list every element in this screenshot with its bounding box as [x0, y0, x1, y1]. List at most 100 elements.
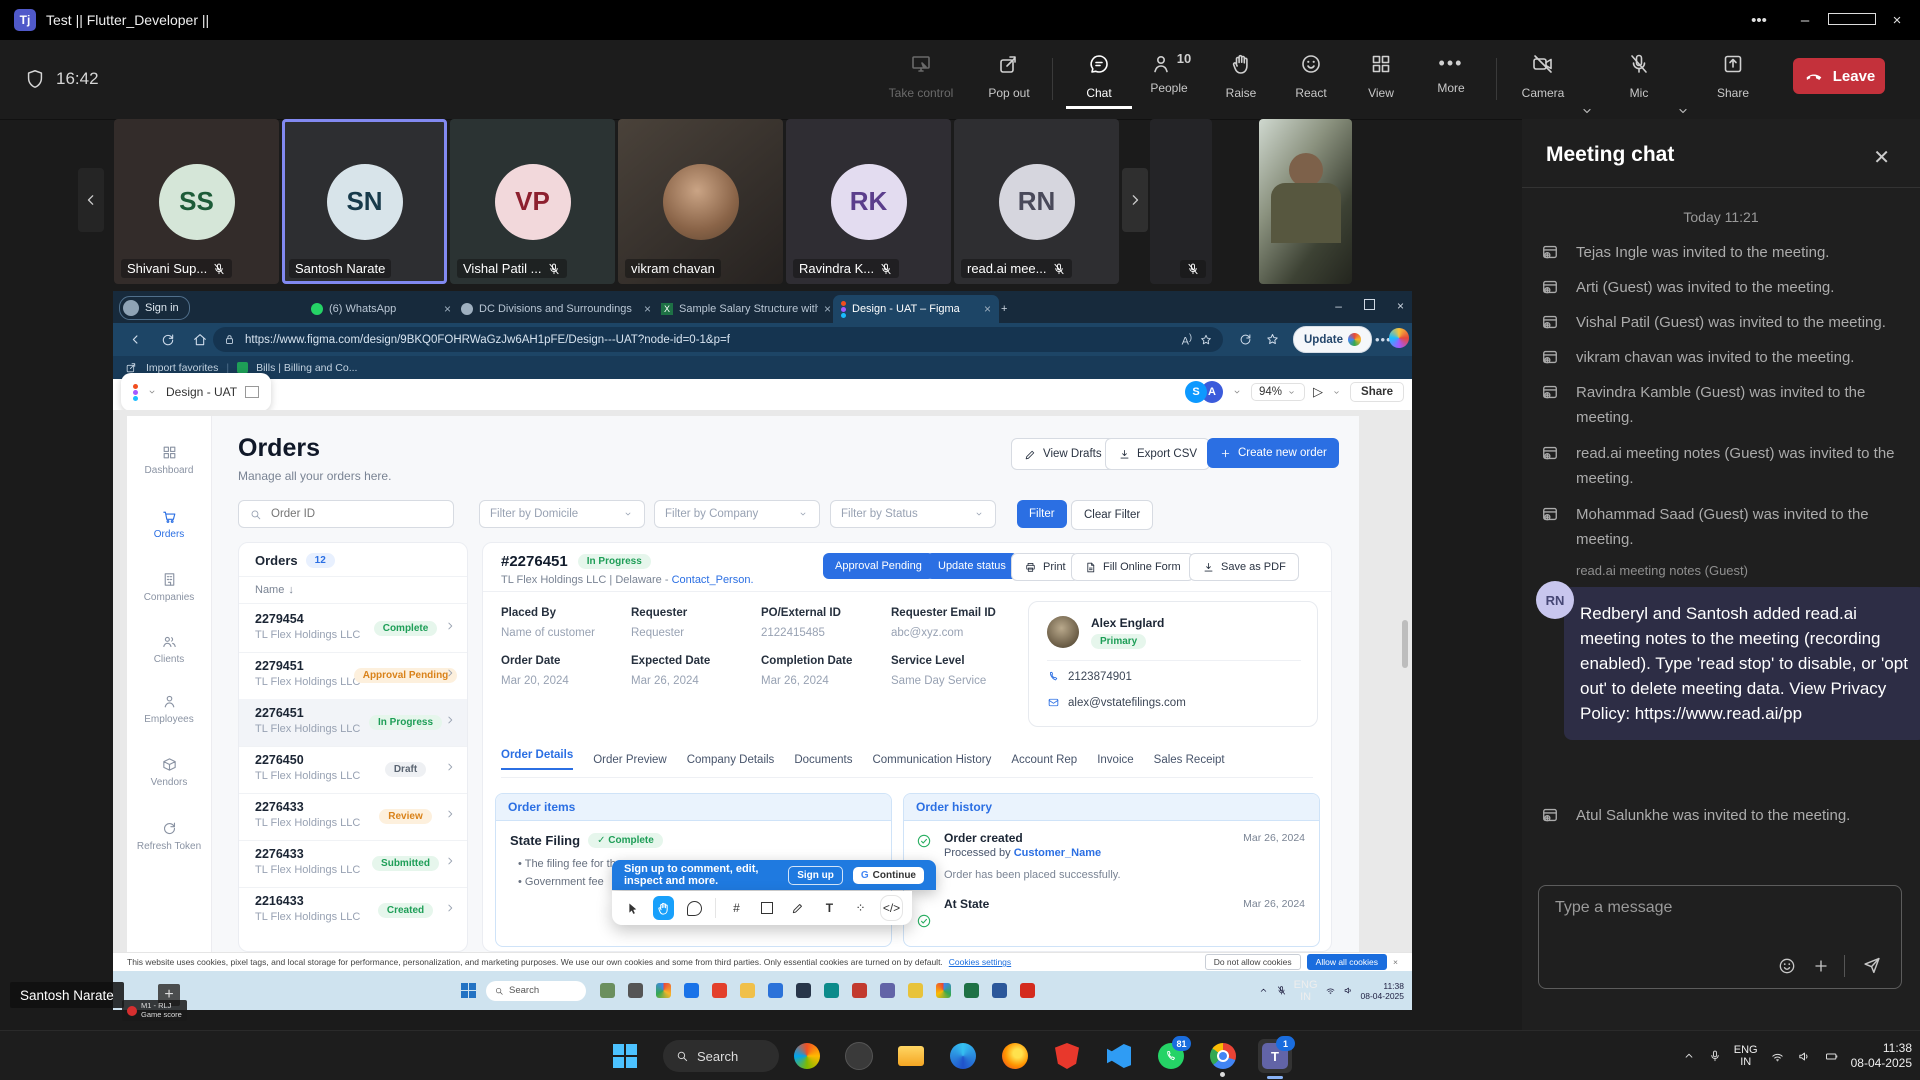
actions-tool-icon[interactable]: ⁘	[850, 896, 871, 920]
home-icon[interactable]	[192, 332, 208, 348]
teams-icon-active[interactable]: T 1	[1258, 1039, 1292, 1073]
file-explorer-icon[interactable]	[894, 1039, 928, 1073]
order-row-selected[interactable]: 2276451TL Flex Holdings LLC In Progress	[239, 699, 467, 747]
raise-hand-button[interactable]: Raise	[1208, 52, 1274, 100]
strip-scroll-right-button[interactable]	[1122, 168, 1148, 232]
tab-close-icon[interactable]: ×	[984, 302, 991, 316]
tab-sales-receipt[interactable]: Sales Receipt	[1154, 754, 1225, 766]
attach-plus-icon[interactable]	[1811, 956, 1831, 976]
filter-company-select[interactable]: Filter by Company	[654, 500, 820, 528]
shared-language-indicator[interactable]: ENGIN	[1294, 979, 1318, 1003]
participant-tile[interactable]: VP Vishal Patil ...	[450, 119, 615, 284]
language-indicator[interactable]: ENGIN	[1734, 1044, 1758, 1068]
shared-app-icon[interactable]	[740, 983, 755, 998]
shared-app-icon[interactable]	[796, 983, 811, 998]
deny-cookies-button[interactable]: Do not allow cookies	[1205, 954, 1301, 970]
volume-icon[interactable]	[1797, 1049, 1812, 1064]
bookmark-bills[interactable]: Bills | Billing and Co...	[256, 362, 357, 374]
contact-person-link[interactable]: Contact_Person.	[672, 574, 754, 586]
approval-pending-button[interactable]: Approval Pending	[823, 553, 934, 579]
pop-out-button[interactable]: Pop out	[976, 52, 1042, 100]
allow-cookies-button[interactable]: Allow all cookies	[1307, 954, 1387, 970]
app-icon-dark[interactable]	[842, 1039, 876, 1073]
browser-tab-dc-divisions[interactable]: DC Divisions and Surroundings×	[453, 295, 659, 323]
cookie-close-icon[interactable]: ×	[1393, 957, 1398, 967]
zoom-select[interactable]: 94%	[1251, 383, 1305, 401]
export-csv-button[interactable]: Export CSV	[1105, 438, 1210, 470]
sidebar-item-dashboard[interactable]: Dashboard	[127, 444, 211, 476]
more-button[interactable]: ••• More	[1418, 52, 1484, 95]
order-row[interactable]: 2276433TL Flex Holdings LLC Submitted	[239, 840, 467, 888]
filter-domicile-select[interactable]: Filter by Domicile	[479, 500, 645, 528]
react-button[interactable]: React	[1278, 52, 1344, 100]
shared-app-icon[interactable]	[936, 983, 951, 998]
dev-mode-icon[interactable]: </>	[881, 896, 902, 920]
shared-app-icon[interactable]	[852, 983, 867, 998]
view-drafts-button[interactable]: View Drafts	[1011, 438, 1115, 470]
shape-tool-icon[interactable]	[757, 896, 778, 920]
google-continue-button[interactable]: G Continue	[853, 867, 924, 884]
order-row[interactable]: 2276450TL Flex Holdings LLC Draft	[239, 746, 467, 794]
filter-button[interactable]: Filter	[1017, 500, 1067, 528]
sidebar-item-refresh-token[interactable]: Refresh Token	[127, 820, 211, 852]
figma-scrollbar[interactable]	[1402, 620, 1408, 668]
browser-profile-avatar[interactable]	[1389, 328, 1409, 348]
shared-app-icon[interactable]	[600, 983, 615, 998]
order-row[interactable]: 2279454TL Flex Holdings LLC Complete	[239, 605, 467, 653]
participant-tile-active-speaker[interactable]: SN Santosh Narate	[282, 119, 447, 284]
layout-columns-icon[interactable]	[245, 386, 259, 398]
sidebar-item-companies[interactable]: Companies	[127, 571, 211, 603]
participant-tile-video[interactable]	[1259, 119, 1352, 284]
move-tool-icon[interactable]	[622, 896, 643, 920]
window-maximize-button[interactable]	[1828, 12, 1874, 29]
tray-expand-icon[interactable]	[1682, 1049, 1696, 1063]
view-button[interactable]: View	[1348, 52, 1414, 100]
tab-close-icon[interactable]: ×	[824, 302, 831, 316]
clear-filter-button[interactable]: Clear Filter	[1071, 500, 1153, 530]
favorite-star-icon[interactable]	[1199, 333, 1213, 347]
emoji-icon[interactable]	[1777, 956, 1797, 976]
chat-close-icon[interactable]: ✕	[1873, 145, 1890, 170]
sidebar-item-clients[interactable]: Clients	[127, 633, 211, 665]
url-bar[interactable]: A)	[213, 327, 1223, 352]
participant-tile[interactable]: RN read.ai mee...	[954, 119, 1119, 284]
read-aloud-icon[interactable]: A)	[1182, 332, 1192, 348]
copilot-icon[interactable]	[790, 1039, 824, 1073]
tab-invoice[interactable]: Invoice	[1097, 754, 1133, 766]
edge-icon[interactable]	[946, 1039, 980, 1073]
refresh-icon[interactable]	[160, 332, 176, 348]
camera-button[interactable]: Camera	[1510, 52, 1576, 100]
order-row[interactable]: 2276433TL Flex Holdings LLC Review	[239, 793, 467, 841]
browser-tab-excel[interactable]: X Sample Salary Structure with calc×	[653, 295, 839, 323]
shared-app-icon[interactable]	[628, 983, 643, 998]
print-button[interactable]: Print	[1011, 553, 1079, 581]
camera-chevron-icon[interactable]	[1578, 102, 1596, 120]
strip-scroll-left-button[interactable]	[78, 168, 104, 232]
chat-message-input[interactable]	[1553, 898, 1877, 918]
browser-minimize-button[interactable]: –	[1335, 299, 1342, 313]
browser-profile-button[interactable]: Sign in	[119, 296, 190, 320]
tab-documents[interactable]: Documents	[794, 754, 852, 766]
shared-app-icon[interactable]	[992, 983, 1007, 998]
battery-icon[interactable]	[1824, 1049, 1839, 1064]
order-row[interactable]: 2216433TL Flex Holdings LLC Created	[239, 887, 467, 934]
brave-icon[interactable]	[1050, 1039, 1084, 1073]
shared-clock[interactable]: 11:3808-04-2025	[1361, 981, 1404, 1001]
participant-tile[interactable]: SS Shivani Sup...	[114, 119, 279, 284]
window-more-button[interactable]: •••	[1736, 12, 1782, 29]
tab-company-details[interactable]: Company Details	[687, 754, 775, 766]
shared-app-icon[interactable]	[656, 983, 671, 998]
shared-app-icon[interactable]	[880, 983, 895, 998]
mic-chevron-icon[interactable]	[1674, 102, 1692, 120]
tab-order-preview[interactable]: Order Preview	[593, 754, 667, 766]
start-button[interactable]	[608, 1039, 642, 1073]
shared-app-icon[interactable]	[824, 983, 839, 998]
window-close-button[interactable]: ×	[1874, 12, 1920, 29]
participant-tile[interactable]: RK Ravindra K...	[786, 119, 951, 284]
tab-communication-history[interactable]: Communication History	[872, 754, 991, 766]
figma-file-pill[interactable]: Design - UAT	[121, 373, 271, 411]
send-icon[interactable]	[1861, 954, 1883, 976]
people-button[interactable]: 10 People	[1136, 52, 1202, 95]
new-tab-button[interactable]: +	[993, 295, 1029, 323]
leave-button[interactable]: Leave	[1793, 58, 1885, 94]
